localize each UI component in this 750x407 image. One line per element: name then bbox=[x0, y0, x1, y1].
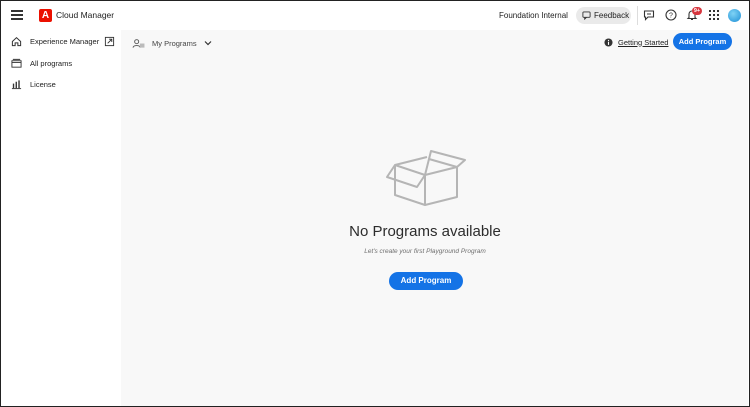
chat-icon[interactable] bbox=[643, 9, 655, 21]
app-window: A Cloud Manager Foundation Internal Feed… bbox=[0, 0, 750, 407]
empty-state-title: No Programs available bbox=[349, 223, 501, 240]
license-icon bbox=[11, 79, 22, 89]
program-avatar-icon bbox=[132, 38, 145, 48]
info-icon bbox=[604, 37, 613, 47]
add-program-button[interactable]: Add Program bbox=[673, 33, 732, 50]
adobe-logo-icon: A bbox=[39, 9, 52, 22]
app-title: Cloud Manager bbox=[56, 10, 115, 20]
chevron-down-icon bbox=[204, 41, 212, 46]
sidebar-item-experience-manager[interactable]: Experience Manager bbox=[11, 34, 115, 48]
programs-icon bbox=[11, 58, 22, 68]
help-icon[interactable]: ? bbox=[665, 9, 677, 21]
main-content: My Programs Getting Started Add Program … bbox=[121, 30, 748, 406]
notification-badge: 9+ bbox=[692, 7, 702, 15]
home-icon bbox=[11, 36, 22, 46]
getting-started-link[interactable]: Getting Started bbox=[604, 36, 668, 48]
feedback-icon bbox=[582, 11, 591, 20]
avatar[interactable] bbox=[728, 9, 741, 22]
sidebar-item-label: License bbox=[30, 79, 56, 89]
sidebar-item-label: Experience Manager bbox=[30, 36, 100, 46]
feedback-button[interactable]: Feedback bbox=[576, 7, 631, 24]
breadcrumb-label: My Programs bbox=[152, 38, 197, 48]
getting-started-label: Getting Started bbox=[618, 37, 669, 47]
empty-box-icon bbox=[386, 150, 466, 206]
org-switcher[interactable]: Foundation Internal bbox=[499, 11, 568, 20]
feedback-label: Feedback bbox=[594, 11, 630, 20]
sidebar-item-license[interactable]: License bbox=[11, 77, 56, 91]
program-switcher[interactable]: My Programs bbox=[132, 36, 212, 50]
apps-grid-icon[interactable] bbox=[708, 9, 720, 21]
empty-state-subtitle: Let's create your first Playground Progr… bbox=[364, 248, 486, 255]
svg-text:?: ? bbox=[669, 13, 673, 20]
sidebar-item-all-programs[interactable]: All programs bbox=[11, 56, 72, 70]
menu-icon[interactable] bbox=[11, 10, 23, 20]
header-divider bbox=[637, 6, 638, 25]
external-link-icon bbox=[105, 36, 115, 46]
add-program-cta-button[interactable]: Add Program bbox=[389, 272, 463, 290]
top-bar: A Cloud Manager Foundation Internal Feed… bbox=[1, 1, 748, 30]
sidebar-item-label: All programs bbox=[30, 58, 73, 68]
sidebar: Experience Manager All programs License bbox=[1, 30, 121, 406]
